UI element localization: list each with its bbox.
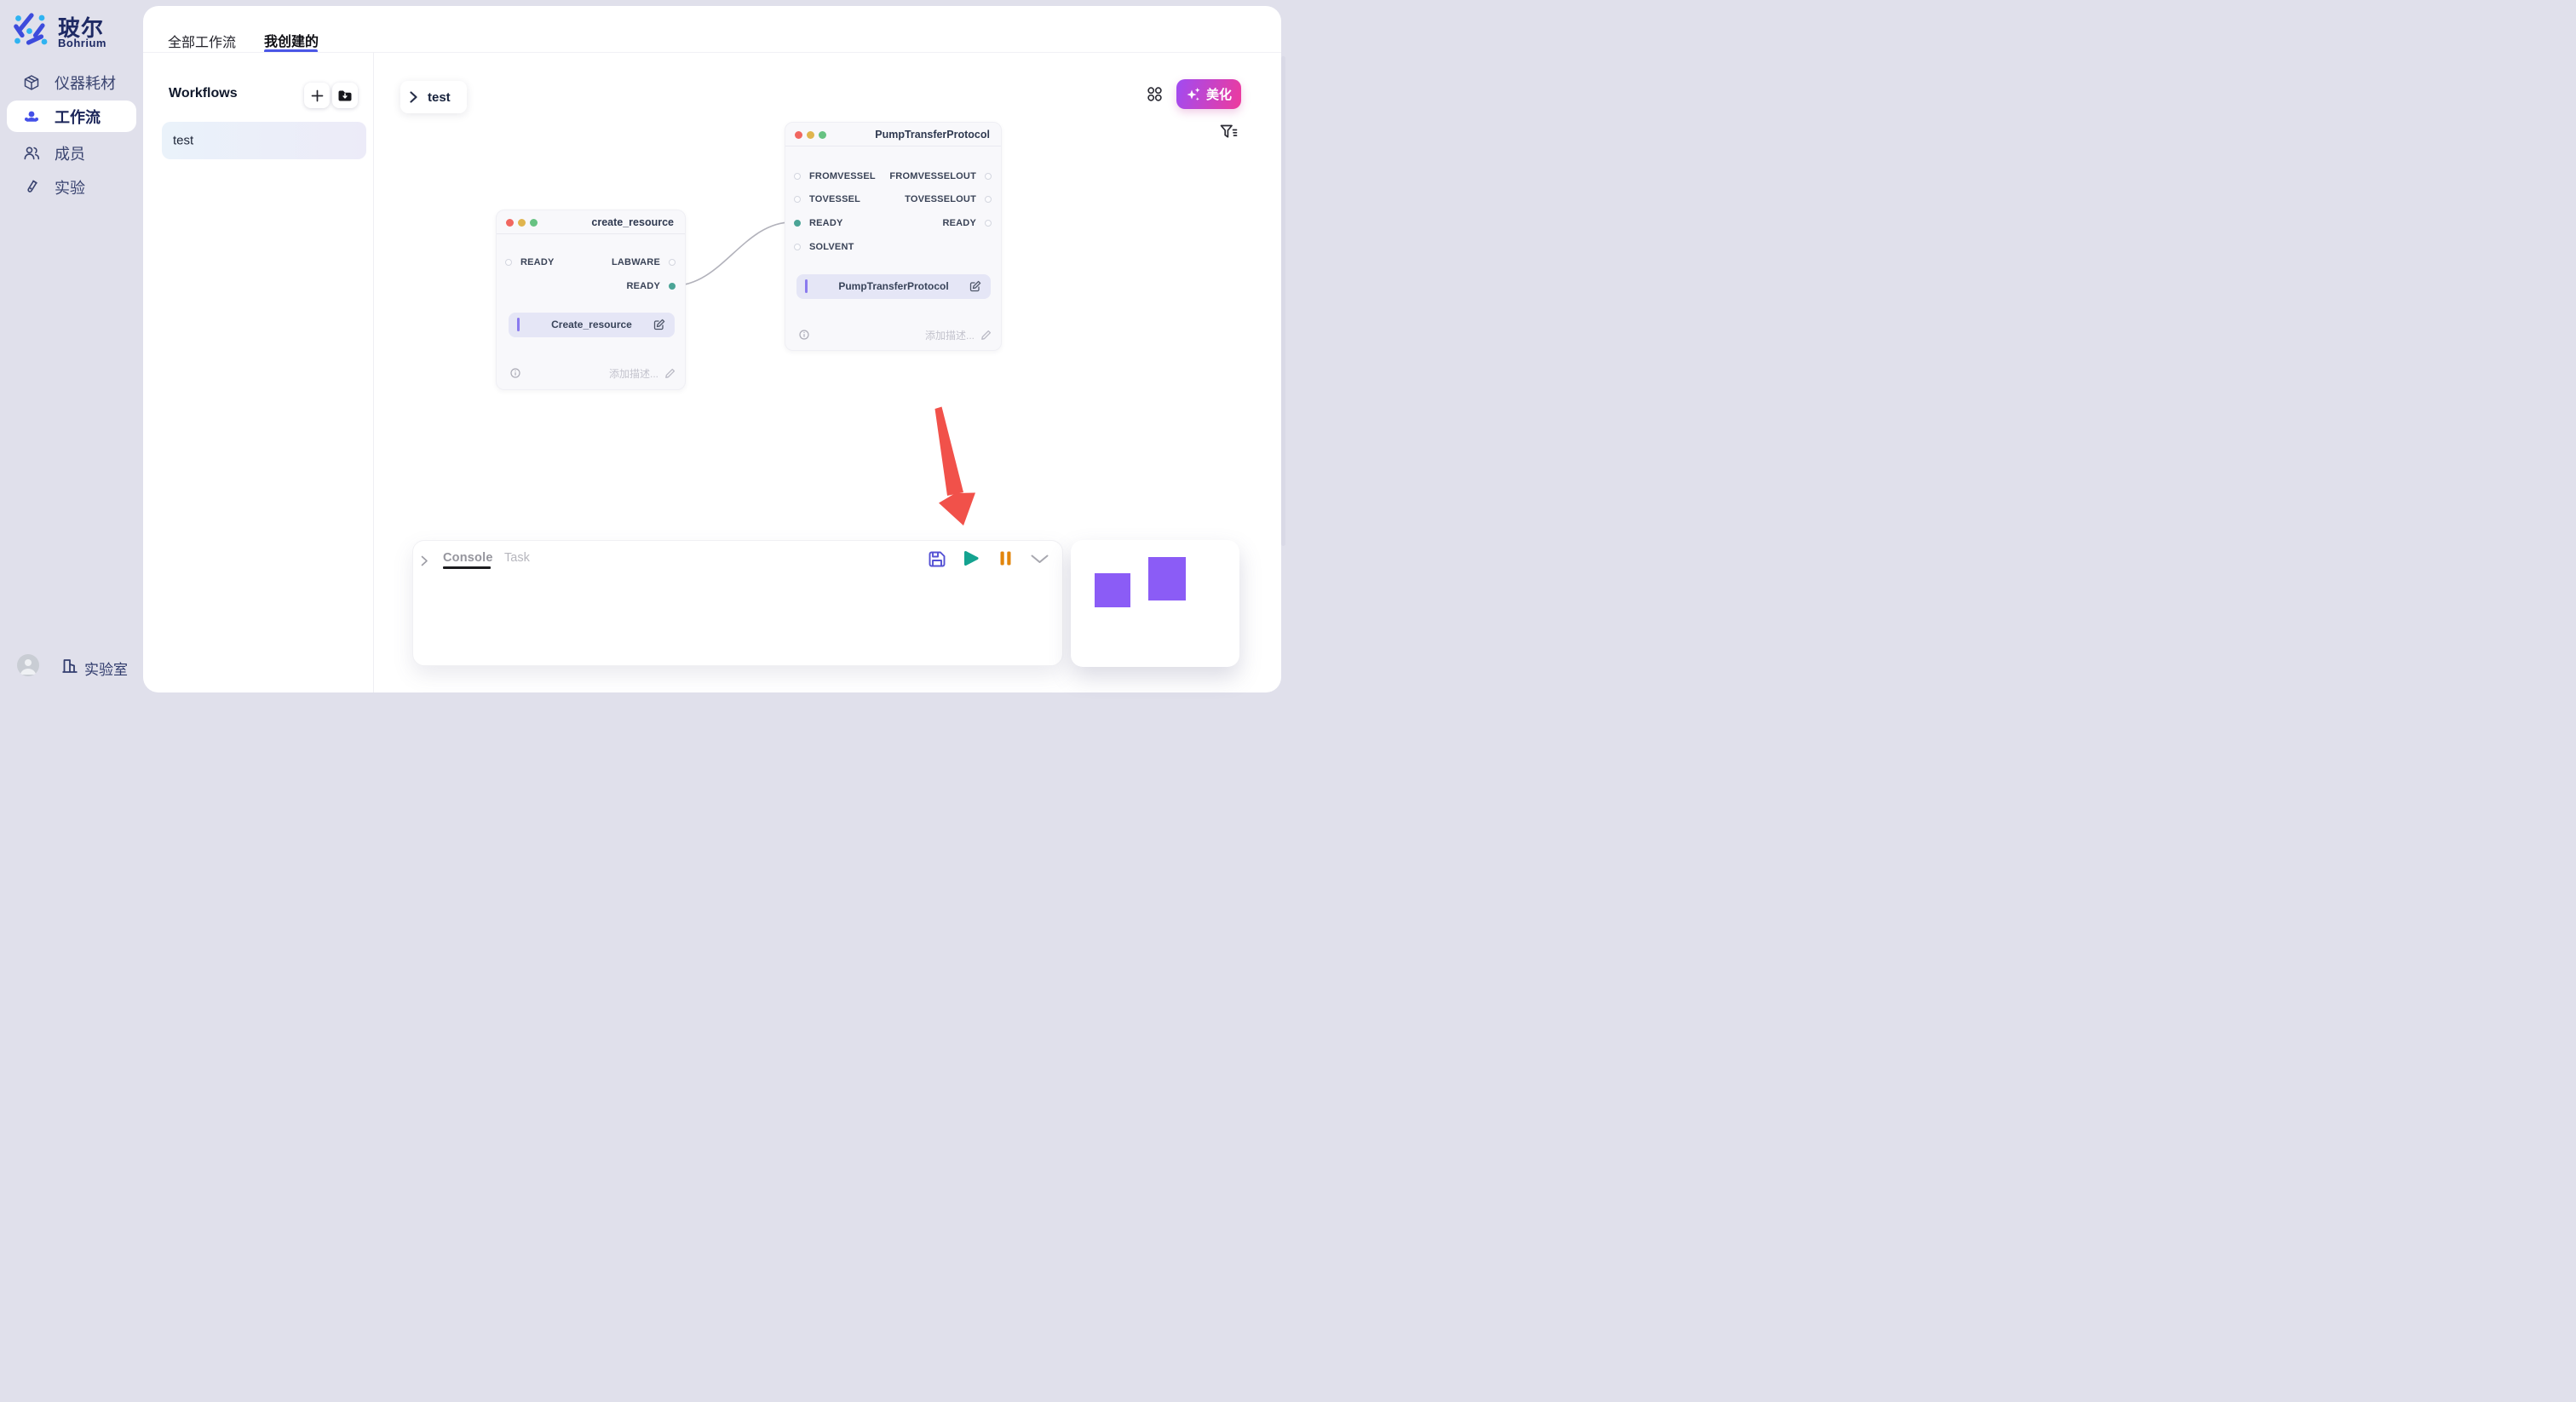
users-icon [23,145,40,162]
node-header: PumpTransferProtocol [785,123,1001,147]
sidebar-item-label: 仪器耗材 [55,72,116,94]
tab-created-by-me[interactable]: 我创建的 [264,30,319,50]
input-port-tovessel[interactable]: TOVESSEL [794,191,860,208]
edit-icon[interactable] [653,319,665,330]
port-circle[interactable] [985,196,992,203]
sidebar-item-experiments[interactable]: 实验 [7,171,136,204]
save-icon[interactable] [929,551,946,567]
port-circle[interactable] [985,173,992,180]
input-port-ready[interactable]: READY [505,254,555,271]
flask-icon [23,179,40,196]
pause-icon[interactable] [1000,551,1011,566]
minimap-node-pump-transfer [1148,557,1186,600]
yellow-dot-icon [807,131,814,139]
output-port-ready[interactable]: READY [626,278,676,295]
description-placeholder[interactable]: 添加描述... [609,366,658,381]
sidebar-item-members[interactable]: 成员 [7,137,136,170]
yellow-dot-icon [518,219,526,227]
sidebar-item-label: 工作流 [55,106,101,128]
green-dot-icon [530,219,538,227]
node-title: create_resource [591,210,674,234]
info-icon [510,368,520,378]
filter-icon[interactable] [1220,124,1238,140]
panel-divider [373,52,374,692]
port-circle[interactable] [794,244,801,250]
add-workflow-button[interactable] [304,83,330,108]
workflow-item-label: test [173,134,193,148]
edit-icon[interactable] [969,280,981,292]
package-icon [23,74,40,91]
input-port-solvent[interactable]: SOLVENT [794,238,854,256]
apps-grid-icon[interactable] [1147,87,1162,101]
info-icon [799,330,809,340]
port-circle[interactable] [669,259,676,266]
user-avatar[interactable] [17,654,39,676]
breadcrumb-label: test [428,90,451,105]
node-description-row: 添加描述... [497,365,685,382]
red-dot-icon [795,131,802,139]
collapse-chevron-icon[interactable] [421,555,428,566]
people-group-icon [23,108,40,125]
workflow-list-item-test[interactable]: test [162,122,366,159]
input-port-fromvessel[interactable]: FROMVESSEL [794,168,876,185]
folder-import-icon [337,89,353,102]
description-placeholder[interactable]: 添加描述... [925,328,975,342]
chevron-down-icon[interactable] [1031,554,1049,564]
output-port-ready[interactable]: READY [942,215,992,232]
red-dot-icon [506,219,514,227]
sparkles-icon [1186,87,1201,101]
node-header: create_resource [497,210,685,234]
laboratory-label[interactable]: 实验室 [84,658,128,679]
beautify-button[interactable]: 美化 [1176,79,1241,109]
node-function-pill[interactable]: Create_resource [509,313,675,337]
port-circle[interactable] [794,173,801,180]
output-port-labware[interactable]: LABWARE [612,254,676,271]
port-circle[interactable] [505,259,512,266]
minimap-panel[interactable] [1071,540,1239,667]
plus-icon [311,89,324,102]
console-tab-underline [443,566,491,569]
tabs-divider [143,52,1281,53]
node-title: PumpTransferProtocol [875,123,990,147]
port-circle[interactable] [985,220,992,227]
pencil-icon[interactable] [980,330,992,341]
node-create-resource[interactable]: create_resource READY LABWARE READY Crea… [496,210,686,390]
tab-console[interactable]: Console [443,551,493,565]
beautify-label: 美化 [1206,85,1232,103]
workflows-panel-title: Workflows [169,86,238,101]
sidebar-item-label: 成员 [55,142,85,164]
tab-all-workflows[interactable]: 全部工作流 [168,31,236,51]
pencil-icon[interactable] [664,368,676,379]
brand-name-en: Bohrium [58,37,106,49]
tab-task[interactable]: Task [504,551,530,565]
console-panel: Console Task [412,540,1063,666]
laboratory-icon [61,658,78,675]
node-description-row: 添加描述... [785,326,1001,343]
sidebar-item-workflow[interactable]: 工作流 [7,101,136,132]
input-port-ready[interactable]: READY [794,215,843,232]
minimap-node-create-resource [1095,573,1130,607]
play-icon[interactable] [963,550,980,566]
output-port-fromvesselout[interactable]: FROMVESSELOUT [889,168,992,185]
chevron-right-icon [410,91,417,103]
port-circle-connected[interactable] [794,220,801,227]
breadcrumb-workflow[interactable]: test [400,81,467,113]
output-port-tovesselout[interactable]: TOVESSELOUT [905,191,992,208]
node-pump-transfer-protocol[interactable]: PumpTransferProtocol FROMVESSEL FROMVESS… [785,122,1002,351]
sidebar-item-instruments[interactable]: 仪器耗材 [7,66,136,99]
green-dot-icon [819,131,826,139]
port-circle-connected[interactable] [669,283,676,290]
bohrium-workflow-app: 玻尔 Bohrium 仪器耗材 工作流 [0,0,1288,701]
bohrium-logo-icon [14,13,48,47]
node-function-pill[interactable]: PumpTransferProtocol [796,274,991,299]
sidebar-item-label: 实验 [55,176,85,198]
port-circle[interactable] [794,196,801,203]
import-workflow-button[interactable] [332,83,358,108]
vertical-scrollbar[interactable] [1281,56,1285,546]
